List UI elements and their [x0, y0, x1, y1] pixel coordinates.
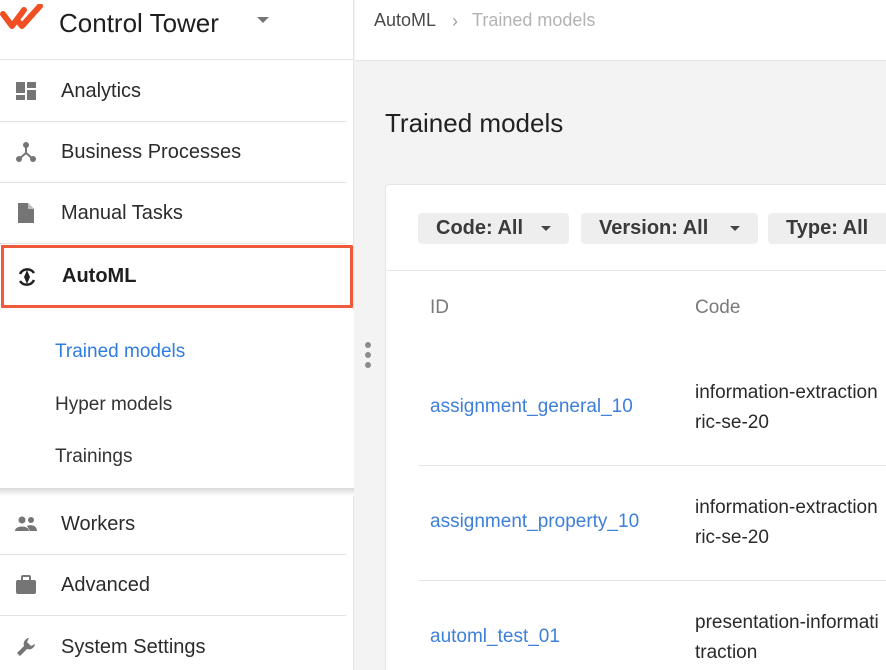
- chevron-down-icon: [730, 226, 740, 231]
- filter-label: Version: All: [599, 217, 709, 239]
- filter-label: Type: All: [786, 217, 869, 239]
- column-header-code[interactable]: Code: [695, 297, 740, 319]
- model-code: presentation-informati traction: [695, 612, 879, 663]
- process-icon: [14, 140, 38, 164]
- automl-icon: [15, 265, 39, 289]
- breadcrumb-root-link[interactable]: AutoML: [374, 10, 436, 31]
- chevron-down-icon: [541, 226, 551, 231]
- column-header-id[interactable]: ID: [430, 297, 449, 319]
- filter-bar: Code: All Version: All Type: All: [386, 185, 886, 271]
- sidebar-item-system-settings[interactable]: System Settings: [0, 617, 346, 670]
- sidebar-item-label: Workers: [61, 512, 136, 535]
- sidebar-item-label: Analytics: [61, 79, 142, 102]
- sidebar-item-label: AutoML: [62, 265, 137, 287]
- subnav-item-hyper-models[interactable]: Hyper models: [55, 394, 172, 416]
- model-id-link[interactable]: automl_test_01: [430, 626, 560, 648]
- people-icon: [14, 512, 38, 536]
- breadcrumb-chevron-right-icon: ›: [452, 11, 458, 31]
- automl-subnav: Trained models Hyper models Trainings: [0, 310, 354, 490]
- dot: [365, 362, 371, 368]
- model-id-link[interactable]: assignment_property_10: [430, 511, 639, 533]
- table-row[interactable]: assignment_general_10 information-extrac…: [419, 351, 886, 466]
- wrench-icon: [14, 635, 38, 659]
- subnav-item-trained-models[interactable]: Trained models: [55, 341, 185, 363]
- model-code: information-extraction ric-se-20: [695, 382, 878, 433]
- page-title: Trained models: [385, 108, 564, 138]
- dot: [365, 342, 371, 348]
- sidebar: Control Tower Analytics Business Process…: [0, 0, 354, 670]
- app-title: Control Tower: [59, 8, 219, 38]
- model-code: information-extraction ric-se-20: [695, 497, 878, 548]
- sidebar-item-automl[interactable]: AutoML: [1, 245, 353, 308]
- type-filter-dropdown[interactable]: Type: All: [768, 213, 886, 244]
- filter-label: Code: All: [436, 217, 524, 239]
- table-row[interactable]: assignment_property_10 information-extra…: [419, 466, 886, 581]
- sidebar-item-business-processes[interactable]: Business Processes: [0, 122, 346, 183]
- briefcase-icon: [14, 573, 38, 597]
- brand-header[interactable]: Control Tower: [0, 0, 353, 60]
- sidebar-item-label: System Settings: [61, 635, 206, 658]
- sidebar-item-workers[interactable]: Workers: [0, 494, 346, 555]
- breadcrumb-current: Trained models: [472, 10, 596, 30]
- table-row[interactable]: automl_test_01 presentation-informati tr…: [419, 581, 886, 670]
- code-filter-dropdown[interactable]: Code: All: [418, 213, 569, 244]
- document-icon: [14, 201, 38, 225]
- breadcrumb: AutoML › Trained models: [355, 0, 886, 61]
- sidebar-item-advanced[interactable]: Advanced: [0, 555, 346, 616]
- sidebar-resize-handle[interactable]: [365, 342, 371, 372]
- dashboard-icon: [14, 79, 38, 103]
- dot: [365, 352, 371, 358]
- sidebar-item-label: Manual Tasks: [61, 201, 183, 224]
- sidebar-item-analytics[interactable]: Analytics: [0, 61, 346, 122]
- models-table-card: Code: All Version: All Type: All ID Code…: [385, 184, 886, 670]
- app-switcher-chevron-down-icon[interactable]: [257, 17, 269, 23]
- sidebar-item-label: Advanced: [61, 573, 150, 596]
- version-filter-dropdown[interactable]: Version: All: [581, 213, 758, 244]
- model-id-link[interactable]: assignment_general_10: [430, 396, 633, 418]
- control-tower-logo-icon: [0, 4, 43, 29]
- sidebar-item-manual-tasks[interactable]: Manual Tasks: [0, 183, 346, 244]
- sidebar-item-label: Business Processes: [61, 140, 242, 163]
- subnav-item-trainings[interactable]: Trainings: [55, 446, 132, 468]
